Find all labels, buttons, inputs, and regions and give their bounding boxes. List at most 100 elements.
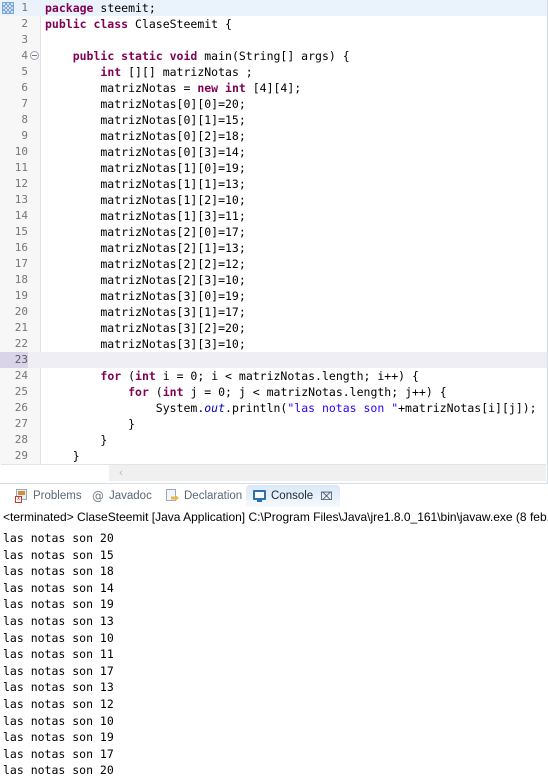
code-line[interactable]: 17 matrizNotas[2][2]=12; — [0, 256, 547, 272]
code-token-pln: matrizNotas[3][3]=10; — [45, 337, 246, 351]
code-line[interactable]: 11 matrizNotas[1][0]=19; — [0, 160, 547, 176]
close-icon[interactable]: ⌧ — [320, 490, 333, 503]
code-line[interactable]: 27 } — [0, 416, 547, 432]
code-line[interactable]: 21 matrizNotas[3][2]=20; — [0, 320, 547, 336]
line-number: 4 — [21, 49, 28, 62]
code-line[interactable]: 20 matrizNotas[3][1]=17; — [0, 304, 547, 320]
bottom-view-tab-bar[interactable]: x Problems @ Javadoc Declaration Console ⌧ — [0, 484, 548, 508]
console-output-line: las notas son 12 — [3, 696, 114, 711]
code-token-kw: package — [45, 1, 94, 15]
line-number: 5 — [21, 65, 28, 78]
code-token-pln: [][] matrizNotas ; — [121, 65, 253, 79]
console-output-line: las notas son 19 — [3, 730, 114, 745]
line-number: 17 — [14, 257, 28, 270]
line-number: 19 — [14, 289, 28, 302]
tab-problems[interactable]: x Problems — [8, 485, 89, 507]
tab-javadoc[interactable]: @ Javadoc — [84, 485, 159, 507]
code-token-str: "las notas son " — [287, 401, 399, 415]
code-line[interactable]: 13 matrizNotas[1][2]=10; — [0, 192, 547, 208]
code-token-pln: +matrizNotas[i][j]); — [398, 401, 537, 415]
code-line[interactable]: 15 matrizNotas[2][0]=17; — [0, 224, 547, 240]
console-icon — [253, 489, 267, 503]
line-number: 2 — [21, 17, 28, 30]
code-line[interactable]: 19 matrizNotas[3][0]=19; — [0, 288, 547, 304]
line-number: 29 — [14, 449, 28, 462]
code-text: matrizNotas[3][2]=20; — [45, 320, 245, 336]
line-number: 18 — [14, 273, 28, 286]
code-line[interactable]: 4 public static void main(String[] args)… — [0, 48, 547, 64]
code-line[interactable]: 5 int [][] matrizNotas ; — [0, 64, 547, 80]
console-output-line: las notas son 11 — [3, 647, 114, 662]
code-token-pln: main(String[] args) { — [197, 49, 350, 63]
problems-icon: x — [15, 489, 29, 503]
line-number: 1 — [21, 1, 28, 14]
code-line[interactable]: 26 System.out.println("las notas son "+m… — [0, 400, 547, 416]
code-line[interactable]: 7 matrizNotas[0][0]=20; — [0, 96, 547, 112]
code-line[interactable]: 3 — [0, 32, 547, 48]
line-number: 26 — [14, 401, 28, 414]
code-token-pln: .println( — [225, 401, 288, 415]
code-token-pln: matrizNotas[0][0]=20; — [45, 97, 246, 111]
code-line[interactable]: 2 public class ClaseSteemit { — [0, 16, 547, 32]
code-line[interactable]: 14 matrizNotas[1][3]=11; — [0, 208, 547, 224]
console-view[interactable]: <terminated> ClaseSteemit [Java Applicat… — [0, 508, 548, 776]
code-token-pln: matrizNotas[3][1]=17; — [45, 305, 246, 319]
code-line[interactable]: 25 for (int j = 0; j < matrizNotas.lengt… — [0, 384, 547, 400]
console-output-line: las notas son 15 — [3, 547, 114, 562]
line-number: 3 — [21, 33, 28, 46]
console-output-line: las notas son 20 — [3, 531, 114, 545]
code-text: } — [45, 416, 135, 432]
code-line-list[interactable]: 1 package steemit; 2 public class ClaseStee… — [0, 0, 547, 464]
line-number: 15 — [14, 225, 28, 238]
code-text: } — [45, 432, 107, 448]
console-output-line: las notas son 20 — [3, 763, 114, 776]
code-token-pln: } — [45, 449, 80, 463]
code-line[interactable]: 8 matrizNotas[0][1]=15; — [0, 112, 547, 128]
code-line[interactable]: 29 } — [0, 448, 547, 464]
code-line[interactable]: 9 matrizNotas[0][2]=18; — [0, 128, 547, 144]
console-output-line: las notas son 13 — [3, 613, 114, 628]
editor-text-area[interactable]: 1 package steemit; 2 public class ClaseStee… — [0, 0, 547, 464]
editor-horizontal-scrollbar[interactable]: ‹ — [1, 464, 546, 481]
java-editor-panel[interactable]: 1 package steemit; 2 public class ClaseStee… — [0, 0, 548, 484]
line-number: 9 — [21, 129, 28, 142]
code-line[interactable]: 16 matrizNotas[2][1]=13; — [0, 240, 547, 256]
editor-hscrollbar-thumb[interactable] — [1, 465, 109, 481]
code-text: matrizNotas[1][2]=10; — [45, 192, 245, 208]
console-output-text[interactable]: las notas son 20 las notas son 15 las nota… — [0, 527, 548, 776]
code-fold-collapse-icon[interactable] — [30, 51, 39, 60]
code-line[interactable]: 22 matrizNotas[3][3]=10; — [0, 336, 547, 352]
console-output-line: las notas son 13 — [3, 680, 114, 695]
code-token-pln: j = 0; j < matrizNotas.length; j++) { — [183, 385, 447, 399]
code-line[interactable]: 10 matrizNotas[0][3]=14; — [0, 144, 547, 160]
code-token-pln: ClaseSteemit { — [128, 17, 232, 31]
code-token-pln: } — [45, 417, 136, 431]
code-text: public static void main(String[] args) { — [45, 48, 350, 64]
console-output-line: las notas son 10 — [3, 630, 114, 645]
code-token-pln: matrizNotas[2][0]=17; — [45, 225, 246, 239]
code-token-pln — [45, 65, 100, 79]
line-number: 23 — [0, 352, 28, 368]
javadoc-at-icon: @ — [92, 489, 104, 503]
code-text: matrizNotas[0][1]=15; — [45, 112, 245, 128]
scroll-left-arrow-icon[interactable]: ‹ — [113, 465, 129, 481]
code-line[interactable]: 12 matrizNotas[1][1]=13; — [0, 176, 547, 192]
code-line[interactable]: 28 } — [0, 432, 547, 448]
line-number: 14 — [14, 209, 28, 222]
declaration-icon — [166, 489, 180, 503]
code-token-pln: System. — [45, 401, 205, 415]
code-line[interactable]: 23 — [0, 352, 547, 368]
tab-declaration[interactable]: Declaration — [159, 485, 249, 507]
code-text: matrizNotas[1][1]=13; — [45, 176, 245, 192]
code-line[interactable]: 24 for (int i = 0; i < matrizNotas.lengt… — [0, 368, 547, 384]
code-line[interactable]: 18 matrizNotas[2][3]=10; — [0, 272, 547, 288]
code-token-kw: for — [100, 369, 122, 383]
code-token-pln: matrizNotas[0][3]=14; — [45, 145, 246, 159]
code-text: matrizNotas[3][3]=10; — [45, 336, 246, 352]
tab-console[interactable]: Console ⌧ — [246, 485, 340, 507]
code-line[interactable]: 6 matrizNotas = new int [4][4]; — [0, 80, 547, 96]
code-line[interactable]: 1 package steemit; — [0, 0, 547, 16]
line-number: 12 — [14, 177, 28, 190]
code-token-fld: out — [204, 401, 226, 415]
code-token-kw: int — [162, 385, 184, 399]
